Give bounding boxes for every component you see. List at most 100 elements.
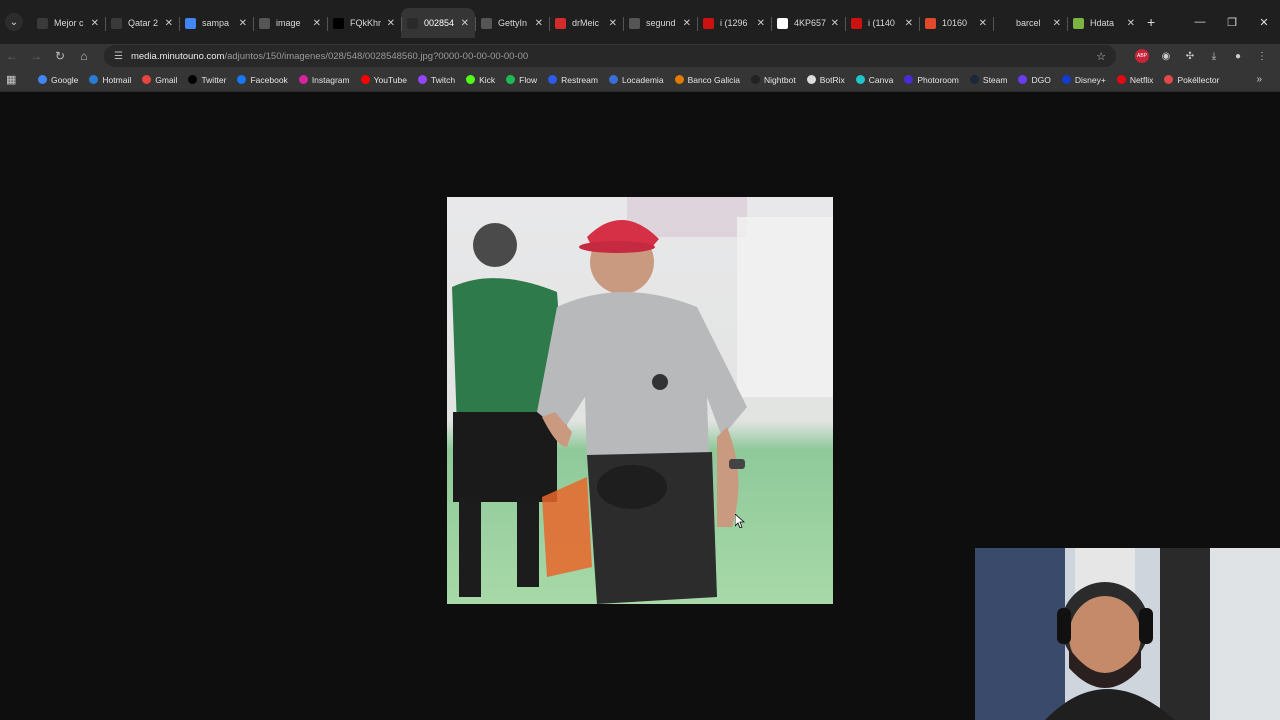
browser-tab[interactable]: 4KP657 ✕ — [771, 8, 845, 38]
browser-tab[interactable]: sampa ✕ — [179, 8, 253, 38]
browser-tab[interactable]: segund ✕ — [623, 8, 697, 38]
bookmarks-bar: ▦ Google Hotmail Gmail Twitter Facebook Insta… — [0, 68, 1280, 92]
browser-tab[interactable]: FQkKhr ✕ — [327, 8, 401, 38]
browser-tab[interactable]: 002854 ✕ — [401, 8, 475, 38]
bookmark-favicon-icon — [298, 75, 308, 84]
restore-icon[interactable]: ❐ — [1216, 16, 1248, 29]
bookmark-item[interactable]: Kick — [466, 75, 495, 85]
bookmark-item[interactable]: Steam — [969, 75, 1007, 85]
back-icon[interactable]: ← — [0, 49, 24, 63]
tab-search-icon[interactable]: ⌄ — [5, 13, 23, 31]
tab-title: FQkKhr — [350, 18, 382, 28]
tab-close-icon[interactable]: ✕ — [979, 18, 987, 29]
browser-tab[interactable]: GettyIn ✕ — [475, 8, 549, 38]
adblock-icon[interactable]: ABP — [1135, 49, 1149, 63]
bookmark-item[interactable]: Pokéllector — [1164, 75, 1220, 85]
browser-tab[interactable]: Hdata ✕ — [1067, 8, 1141, 38]
tab-close-icon[interactable]: ✕ — [91, 18, 99, 29]
home-icon[interactable]: ⌂ — [72, 49, 96, 63]
viewed-image[interactable] — [447, 197, 833, 604]
tab-favicon-icon — [629, 17, 640, 29]
bookmark-label: Locademia — [621, 74, 664, 85]
bookmark-item[interactable]: Netflix — [1116, 74, 1154, 85]
window-controls: — ❐ ✕ — [1184, 0, 1280, 44]
bookmark-item[interactable]: Facebook — [237, 75, 288, 85]
bookmark-label: Photoroom — [917, 74, 959, 85]
browser-toolbar: ← → ↻ ⌂ ☰ media.minutouno.com /adjuntos/… — [0, 44, 1280, 68]
profile-avatar-icon[interactable]: ● — [1226, 51, 1250, 62]
bookmark-item[interactable]: Gmail — [142, 75, 177, 85]
bookmark-item[interactable]: Canva — [855, 75, 893, 85]
bookmark-item[interactable]: Twitter — [188, 75, 226, 85]
close-window-icon[interactable]: ✕ — [1248, 16, 1280, 29]
bookmark-label: Instagram — [311, 74, 350, 85]
tab-close-icon[interactable]: ✕ — [1053, 18, 1061, 29]
tab-close-icon[interactable]: ✕ — [609, 18, 617, 29]
tab-close-icon[interactable]: ✕ — [239, 18, 247, 29]
tab-close-icon[interactable]: ✕ — [165, 18, 173, 29]
bookmark-star-icon[interactable]: ☆ — [1096, 50, 1106, 63]
bookmark-favicon-icon — [360, 75, 370, 84]
site-info-icon[interactable]: ☰ — [114, 51, 123, 62]
browser-tab[interactable]: i (1296 ✕ — [697, 8, 771, 38]
bookmark-item[interactable]: YouTube — [360, 74, 408, 85]
tab-favicon-icon — [555, 17, 566, 29]
tab-close-icon[interactable]: ✕ — [757, 18, 765, 29]
browser-tab[interactable]: drMeic ✕ — [549, 8, 623, 38]
bookmark-label: YouTube — [373, 74, 408, 85]
tab-close-icon[interactable]: ✕ — [313, 18, 321, 29]
forward-icon[interactable]: → — [24, 49, 48, 63]
tab-close-icon[interactable]: ✕ — [683, 18, 691, 29]
bookmark-favicon-icon — [142, 75, 152, 84]
bookmark-label: Gmail — [155, 74, 178, 85]
tab-close-icon[interactable]: ✕ — [461, 18, 469, 29]
bookmark-label: Banco Galicia — [687, 74, 741, 85]
bookmark-favicon-icon — [237, 75, 247, 84]
tab-close-icon[interactable]: ✕ — [831, 18, 839, 29]
download-icon[interactable]: ⤓ — [1202, 51, 1226, 62]
tab-title: i (1140 — [868, 18, 895, 28]
mouse-cursor-icon — [734, 513, 746, 529]
extension-icon[interactable]: ◉ — [1154, 51, 1178, 62]
browser-tab[interactable]: image ✕ — [253, 8, 327, 38]
browser-tab[interactable]: i (1140 ✕ — [845, 8, 919, 38]
bookmark-item[interactable]: Banco Galicia — [674, 74, 741, 85]
bookmarks-overflow-icon[interactable]: » — [1256, 74, 1262, 85]
browser-tab[interactable]: Mejor c ✕ — [31, 8, 105, 38]
browser-tab[interactable]: Qatar 2 ✕ — [105, 8, 179, 38]
bookmark-item[interactable]: Locademia — [608, 74, 664, 85]
menu-icon[interactable]: ⋮ — [1250, 51, 1274, 62]
bookmark-label: Netflix — [1129, 74, 1154, 85]
url-host: media.minutouno.com — [130, 50, 225, 62]
address-bar[interactable]: ☰ media.minutouno.com /adjuntos/150/imag… — [104, 45, 1116, 67]
browser-tab[interactable]: 10160 ✕ — [919, 8, 993, 38]
bookmark-item[interactable]: Hotmail — [89, 75, 131, 85]
bookmark-item[interactable]: Flow — [506, 75, 537, 85]
tab-close-icon[interactable]: ✕ — [905, 18, 913, 29]
reload-icon[interactable]: ↻ — [48, 49, 72, 63]
tab-title: Hdata — [1090, 18, 1115, 28]
puzzle-icon[interactable]: ✣ — [1178, 51, 1202, 62]
apps-grid-icon[interactable]: ▦ — [6, 73, 28, 86]
new-tab-icon[interactable]: + — [1147, 14, 1155, 30]
minimize-icon[interactable]: — — [1184, 16, 1216, 28]
bookmark-favicon-icon — [466, 75, 476, 84]
webcam-overlay — [975, 548, 1280, 720]
tab-close-icon[interactable]: ✕ — [1127, 18, 1135, 29]
bookmark-item[interactable]: Disney+ — [1061, 74, 1106, 85]
bookmark-item[interactable]: BotRix — [806, 75, 845, 85]
bookmark-item[interactable]: Twitch — [418, 75, 455, 85]
tab-favicon-icon — [407, 17, 418, 29]
bookmark-item[interactable]: Nightbot — [751, 75, 796, 85]
bookmark-label: Disney+ — [1074, 74, 1106, 85]
bookmark-favicon-icon — [188, 75, 198, 84]
bookmark-item[interactable]: Instagram — [298, 74, 350, 85]
browser-tab[interactable]: barcel ✕ — [993, 8, 1067, 38]
bookmark-item[interactable]: Photoroom — [904, 75, 959, 85]
bookmark-item[interactable]: Restream — [548, 75, 598, 85]
tab-close-icon[interactable]: ✕ — [535, 18, 543, 29]
bookmark-item[interactable]: DGO — [1018, 75, 1051, 85]
bookmark-item[interactable]: Google — [38, 75, 78, 85]
tab-close-icon[interactable]: ✕ — [387, 18, 395, 29]
tab-title: segund — [646, 18, 676, 28]
